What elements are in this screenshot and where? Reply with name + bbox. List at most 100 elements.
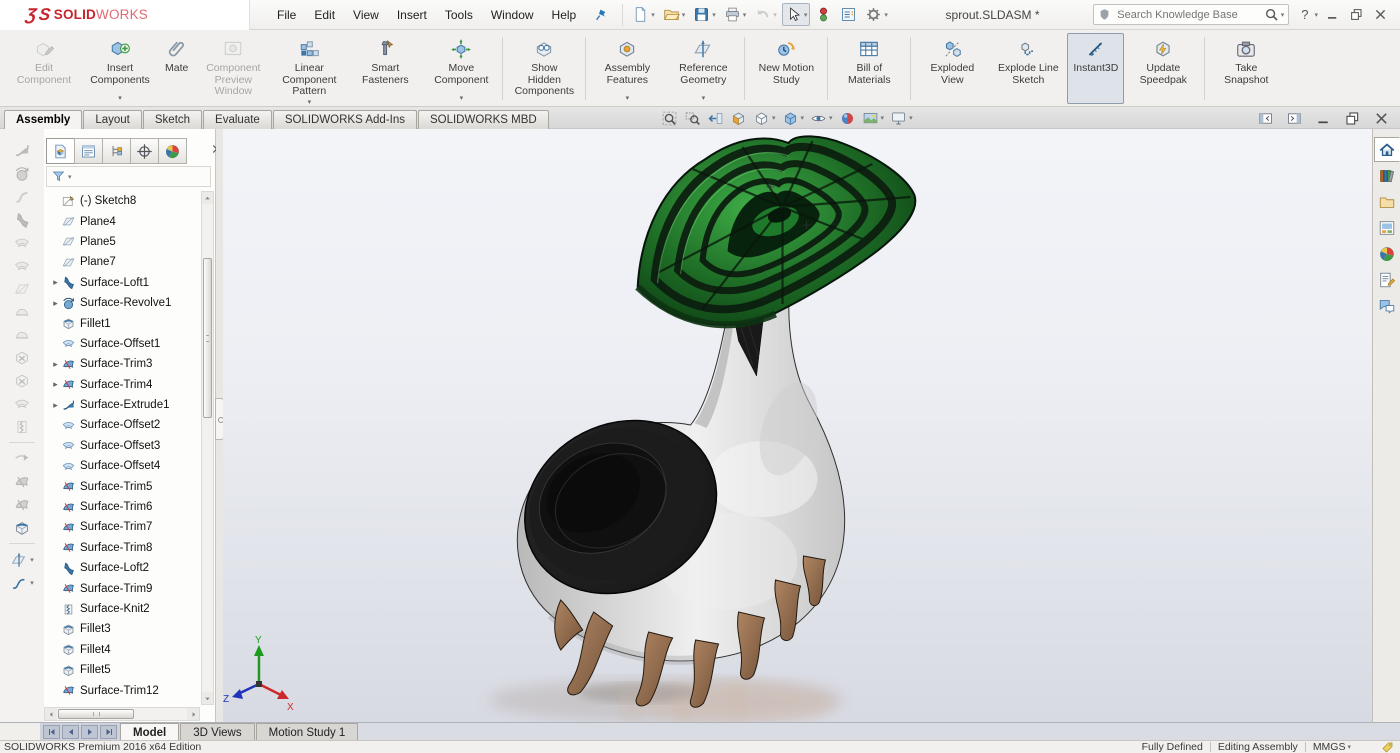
tree-item[interactable]: Surface-Loft2 xyxy=(50,558,200,578)
collapse-left-pane-button[interactable] xyxy=(1254,107,1277,130)
delete-face-button[interactable] xyxy=(13,349,31,367)
bill-of-materials-button[interactable]: Bill of Materials xyxy=(832,33,906,104)
help-button[interactable]: ? xyxy=(1297,7,1312,22)
tree-item[interactable]: Plane4 xyxy=(50,211,200,231)
scroll-down-icon[interactable] xyxy=(202,692,213,704)
minimize-document-button[interactable] xyxy=(1312,107,1335,130)
lofted-surface-button[interactable] xyxy=(13,211,31,229)
close-window-button[interactable] xyxy=(1368,5,1392,25)
assembly-features-button[interactable]: Assembly Features▾ xyxy=(590,33,664,104)
surface-flatten-button[interactable] xyxy=(13,326,31,344)
expander-icon[interactable]: ▸ xyxy=(50,298,61,309)
dropdown-caret-icon[interactable]: ▾ xyxy=(712,11,716,19)
insert-components-button[interactable]: Insert Components▾ xyxy=(83,33,157,104)
smart-fasteners-button[interactable]: Smart Fasteners xyxy=(348,33,422,104)
tree-item[interactable]: Fillet3 xyxy=(50,619,200,639)
tree-item[interactable]: ▸Surface-Loft1 xyxy=(50,273,200,293)
tab-model[interactable]: Model xyxy=(120,723,179,740)
curves-button[interactable]: ▾ xyxy=(10,574,34,592)
knowledge-base-search[interactable]: ▾ xyxy=(1093,4,1289,25)
print-button[interactable]: ▾ xyxy=(721,3,750,26)
file-explorer-button[interactable] xyxy=(1374,189,1400,214)
update-speedpak-button[interactable]: Update Speedpak xyxy=(1126,33,1200,104)
tree-item[interactable]: Surface-Knit2 xyxy=(50,599,200,619)
hide-show-items-button[interactable]: ▾ xyxy=(807,109,836,128)
pin-menu-icon[interactable] xyxy=(591,5,611,25)
tab-solidworks-add-ins[interactable]: SOLIDWORKS Add-Ins xyxy=(273,110,417,129)
tab-solidworks-mbd[interactable]: SOLIDWORKS MBD xyxy=(418,110,549,129)
knit-surface-button[interactable] xyxy=(13,418,31,436)
mate-button[interactable]: Mate xyxy=(159,33,194,104)
view-palette-button[interactable] xyxy=(1374,215,1400,240)
scroll-left-icon[interactable] xyxy=(45,708,57,720)
filter-caret-icon[interactable]: ▾ xyxy=(68,173,72,181)
freeform-surface-button[interactable] xyxy=(13,303,31,321)
dropdown-caret-icon[interactable]: ▾ xyxy=(682,11,686,19)
instant3d-button[interactable]: Instant3D xyxy=(1067,33,1124,104)
mid-surface-button[interactable] xyxy=(13,395,31,413)
expander-icon[interactable]: ▸ xyxy=(50,277,61,288)
expander-icon[interactable]: ▸ xyxy=(50,379,61,390)
tree-item[interactable]: Surface-Trim12 xyxy=(50,680,200,700)
tree-item[interactable]: Surface-Offset4 xyxy=(50,456,200,476)
expander-icon[interactable]: ▸ xyxy=(50,359,61,370)
dropdown-caret-icon[interactable]: ▾ xyxy=(881,114,885,122)
configurationmanager-tab[interactable] xyxy=(102,138,131,164)
menu-insert[interactable]: Insert xyxy=(388,4,436,26)
dropdown-caret-icon[interactable]: ▾ xyxy=(702,94,706,102)
tree-item[interactable]: Surface-Trim6 xyxy=(50,497,200,517)
extend-surface-button[interactable] xyxy=(13,450,31,468)
dropdown-caret-icon[interactable]: ▾ xyxy=(909,114,913,122)
tree-item[interactable]: Plane7 xyxy=(50,252,200,272)
units-caret-icon[interactable]: ▾ xyxy=(1347,743,1351,751)
show-hidden-components-button[interactable]: Show Hidden Components xyxy=(507,33,581,104)
untrim-surface-button[interactable] xyxy=(13,496,31,514)
new-motion-study-button[interactable]: New Motion Study xyxy=(749,33,823,104)
options-list-button[interactable] xyxy=(837,3,860,26)
propertymanager-tab[interactable] xyxy=(74,138,103,164)
tree-item[interactable]: Plane5 xyxy=(50,232,200,252)
tree-item[interactable]: ▸Surface-Trim3 xyxy=(50,354,200,374)
replace-face-button[interactable] xyxy=(13,372,31,390)
new-document-button[interactable]: ▾ xyxy=(629,3,658,26)
leaf-canopy[interactable] xyxy=(638,136,916,325)
revolved-surface-button[interactable] xyxy=(13,165,31,183)
extruded-surface-button[interactable] xyxy=(13,142,31,160)
scroll-up-icon[interactable] xyxy=(202,192,213,204)
edit-appearance-button[interactable] xyxy=(836,109,859,128)
apply-scene-button[interactable]: ▾ xyxy=(859,109,888,128)
tree-item[interactable]: ▸Surface-Revolve1 xyxy=(50,293,200,313)
dropdown-caret-icon[interactable]: ▾ xyxy=(804,11,808,19)
restore-window-button[interactable] xyxy=(1344,5,1368,25)
zoom-to-fit-button[interactable] xyxy=(658,109,681,128)
dropdown-caret-icon[interactable]: ▾ xyxy=(743,11,747,19)
tab-sketch[interactable]: Sketch xyxy=(143,110,202,129)
undo-button[interactable]: ▾ xyxy=(751,3,780,26)
edit-component-button[interactable]: Edit Component xyxy=(7,33,81,104)
close-document-button[interactable] xyxy=(1370,107,1393,130)
dropdown-caret-icon[interactable]: ▾ xyxy=(773,11,777,19)
tree-item[interactable]: Fillet5 xyxy=(50,660,200,680)
dropdown-caret-icon[interactable]: ▾ xyxy=(460,94,464,102)
tree-item[interactable]: ▸Surface-Extrude1 xyxy=(50,395,200,415)
menu-tools[interactable]: Tools xyxy=(436,4,482,26)
options-button[interactable]: ▾ xyxy=(862,3,891,26)
appearances-scenes-button[interactable] xyxy=(1374,241,1400,266)
planar-surface-button[interactable] xyxy=(13,280,31,298)
menu-window[interactable]: Window xyxy=(482,4,543,26)
graphics-viewport[interactable]: Y X Z xyxy=(223,129,1372,722)
tree-horizontal-scrollbar[interactable] xyxy=(44,707,200,721)
dropdown-caret-icon[interactable]: ▾ xyxy=(829,114,833,122)
tab-3d-views[interactable]: 3D Views xyxy=(180,723,254,740)
tree-item[interactable]: Surface-Offset3 xyxy=(50,436,200,456)
open-button[interactable]: ▾ xyxy=(660,3,689,26)
tab-evaluate[interactable]: Evaluate xyxy=(203,110,272,129)
swept-surface-button[interactable] xyxy=(13,188,31,206)
tree-item[interactable]: Fillet1 xyxy=(50,313,200,333)
solidworks-forum-button[interactable] xyxy=(1374,293,1400,318)
last-tab-button[interactable] xyxy=(100,725,117,739)
tree-item[interactable]: Surface-Trim7 xyxy=(50,517,200,537)
collapse-right-pane-button[interactable] xyxy=(1283,107,1306,130)
search-caret-icon[interactable]: ▾ xyxy=(1281,11,1285,19)
menu-edit[interactable]: Edit xyxy=(305,4,344,26)
